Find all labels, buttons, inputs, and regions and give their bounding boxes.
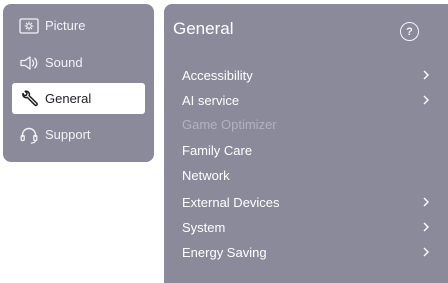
sidebar-item-sound[interactable]: Sound bbox=[12, 47, 145, 78]
category-sidebar: Picture Sound General Support bbox=[3, 4, 154, 162]
headset-icon bbox=[16, 125, 42, 145]
menu-item-label: Family Care bbox=[182, 142, 253, 158]
menu-item-system[interactable]: System bbox=[182, 217, 432, 237]
menu-item-label: Accessibility bbox=[182, 67, 253, 83]
settings-screen: Picture Sound General Support General ? … bbox=[0, 0, 448, 283]
help-glyph: ? bbox=[406, 25, 413, 38]
chevron-right-icon bbox=[420, 196, 432, 208]
help-icon[interactable]: ? bbox=[400, 22, 419, 41]
menu-item-external-devices[interactable]: External Devices bbox=[182, 192, 432, 212]
chevron-right-icon bbox=[420, 94, 432, 106]
menu-item-family-care[interactable]: Family Care bbox=[182, 140, 432, 160]
menu-item-network[interactable]: Network bbox=[182, 165, 432, 185]
sidebar-item-support[interactable]: Support bbox=[12, 119, 145, 150]
menu-item-game-optimizer: Game Optimizer bbox=[182, 114, 432, 134]
chevron-right-icon bbox=[420, 221, 432, 233]
menu-item-label: AI service bbox=[182, 92, 240, 108]
sidebar-item-label: Sound bbox=[45, 55, 83, 70]
menu-item-accessibility[interactable]: Accessibility bbox=[182, 65, 432, 85]
sidebar-item-general[interactable]: General bbox=[12, 83, 145, 114]
sidebar-item-label: Picture bbox=[45, 18, 86, 33]
menu-item-label: System bbox=[182, 219, 226, 235]
chevron-right-icon bbox=[420, 69, 432, 81]
general-settings-panel: General ? Accessibility AI service Game … bbox=[164, 4, 448, 283]
menu-item-label: Network bbox=[182, 167, 230, 183]
speaker-icon bbox=[16, 53, 42, 73]
sidebar-item-label: General bbox=[45, 91, 92, 106]
menu-item-label: Energy Saving bbox=[182, 244, 267, 260]
menu-item-label: External Devices bbox=[182, 194, 280, 210]
menu-item-ai-service[interactable]: AI service bbox=[182, 90, 432, 110]
wrench-icon bbox=[16, 89, 42, 109]
picture-icon bbox=[16, 16, 42, 36]
menu-item-energy-saving[interactable]: Energy Saving bbox=[182, 242, 432, 262]
page-title: General bbox=[173, 19, 234, 38]
sidebar-item-label: Support bbox=[45, 127, 91, 142]
sidebar-item-picture[interactable]: Picture bbox=[12, 10, 145, 41]
chevron-right-icon bbox=[420, 246, 432, 258]
menu-item-label: Game Optimizer bbox=[182, 116, 277, 132]
